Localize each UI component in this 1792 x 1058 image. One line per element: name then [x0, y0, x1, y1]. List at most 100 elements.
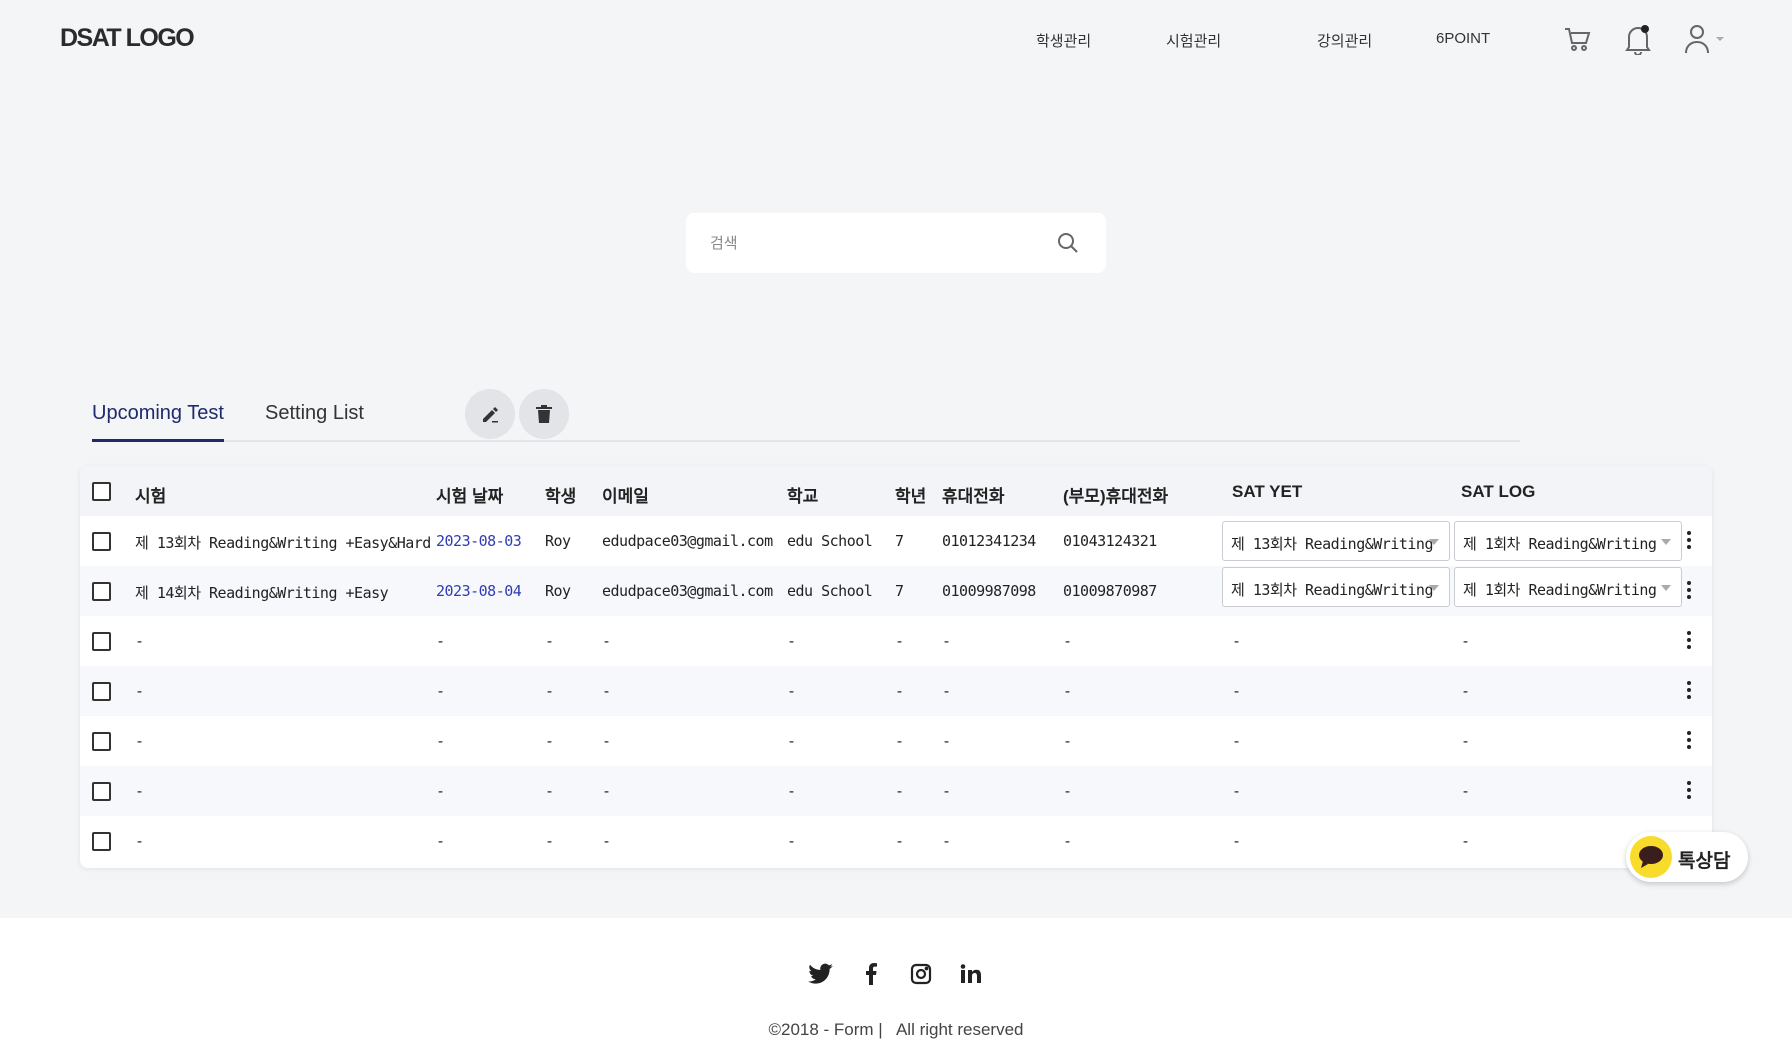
- row-checkbox[interactable]: [92, 832, 111, 851]
- cell-sat-log: -: [1461, 832, 1470, 850]
- pencil-icon: [483, 407, 498, 423]
- cell-date: -: [436, 782, 445, 800]
- cell-phone: -: [942, 782, 951, 800]
- cell-parent-phone: -: [1063, 782, 1072, 800]
- instagram-icon[interactable]: [907, 960, 935, 988]
- table-row: - - - - - - - - - -: [80, 766, 1712, 816]
- row-checkbox[interactable]: [92, 632, 111, 651]
- chevron-down-icon: [1661, 585, 1671, 591]
- col-grade: 학년: [895, 487, 927, 506]
- cell-sat-yet: -: [1232, 782, 1241, 800]
- cell-grade: -: [895, 632, 904, 650]
- edit-button[interactable]: [465, 389, 515, 439]
- cell-date[interactable]: 2023-08-03: [436, 532, 522, 550]
- linkedin-icon[interactable]: [957, 960, 985, 988]
- row-checkbox[interactable]: [92, 682, 111, 701]
- user-icon[interactable]: [1682, 22, 1728, 56]
- row-checkbox[interactable]: [92, 782, 111, 801]
- test-table: 시험 시험 날짜 학생 이메일 학교 학년 휴대전화 (부모)휴대전화 SAT …: [80, 466, 1712, 868]
- cell-exam: -: [135, 782, 144, 800]
- col-exam: 시험: [135, 487, 167, 506]
- table-row: 제 14회차 Reading&Writing +Easy 2023-08-04 …: [80, 566, 1712, 616]
- search-box: [686, 213, 1106, 273]
- cell-email: -: [602, 632, 611, 650]
- nav-test-management[interactable]: 시험관리: [1166, 30, 1221, 51]
- cell-parent-phone: -: [1063, 832, 1072, 850]
- logo[interactable]: DSAT LOGO: [60, 24, 195, 53]
- cell-grade: 7: [895, 582, 904, 600]
- cell-exam: 제 13회차 Reading&Writing +Easy&Hard: [135, 534, 431, 552]
- cell-phone: -: [942, 832, 951, 850]
- more-options-icon[interactable]: [1684, 731, 1694, 751]
- tab-upcoming-test[interactable]: Upcoming Test: [92, 402, 224, 442]
- sat-log-select[interactable]: 제 1회차 Reading&Writing: [1454, 567, 1682, 607]
- cart-icon[interactable]: [1561, 22, 1593, 56]
- bell-icon[interactable]: [1622, 22, 1654, 56]
- cell-school: -: [787, 732, 796, 750]
- nav-student-management[interactable]: 학생관리: [1036, 30, 1091, 51]
- col-sat-yet: SAT YET: [1232, 482, 1303, 501]
- row-checkbox[interactable]: [92, 582, 111, 601]
- cell-date[interactable]: 2023-08-04: [436, 582, 522, 600]
- chevron-down-icon: [1661, 539, 1671, 545]
- more-options-icon[interactable]: [1684, 681, 1694, 701]
- cell-sat-yet: -: [1232, 632, 1241, 650]
- footer: ©2018 - Form | All right reserved: [0, 918, 1792, 1058]
- tab-setting-list[interactable]: Setting List: [265, 402, 364, 442]
- cell-sat-log: -: [1461, 782, 1470, 800]
- chat-bubble-icon: [1630, 836, 1672, 878]
- col-phone: 휴대전화: [942, 487, 1005, 506]
- cell-sat-yet: -: [1232, 682, 1241, 700]
- cell-sat-yet: -: [1232, 732, 1241, 750]
- cell-date: -: [436, 732, 445, 750]
- table-header: 시험 시험 날짜 학생 이메일 학교 학년 휴대전화 (부모)휴대전화 SAT …: [80, 466, 1712, 516]
- table-row: - - - - - - - - - -: [80, 616, 1712, 666]
- trash-icon: [536, 405, 552, 423]
- col-sat-log: SAT LOG: [1461, 482, 1536, 501]
- cell-parent-phone: -: [1063, 632, 1072, 650]
- cell-school: edu School: [787, 582, 873, 600]
- cell-phone: -: [942, 682, 951, 700]
- col-school: 학교: [787, 487, 819, 506]
- cell-student: -: [545, 782, 554, 800]
- cell-exam: -: [135, 682, 144, 700]
- cell-grade: -: [895, 782, 904, 800]
- cell-student: -: [545, 832, 554, 850]
- facebook-icon[interactable]: [857, 960, 885, 988]
- sat-yet-select[interactable]: 제 13회차 Reading&Writing: [1222, 567, 1450, 607]
- sat-yet-select[interactable]: 제 13회차 Reading&Writing: [1222, 521, 1450, 561]
- search-icon[interactable]: [1056, 231, 1080, 255]
- copyright-text: ©2018 - Form | All right reserved: [768, 1020, 1024, 1039]
- cell-student: -: [545, 732, 554, 750]
- cell-parent-phone: -: [1063, 682, 1072, 700]
- sat-log-select[interactable]: 제 1회차 Reading&Writing: [1454, 521, 1682, 561]
- search-input[interactable]: [710, 231, 1040, 255]
- col-email: 이메일: [602, 487, 649, 506]
- delete-button[interactable]: [519, 389, 569, 439]
- cell-email: -: [602, 782, 611, 800]
- sat-yet-value: 제 13회차 Reading&Writing: [1231, 535, 1434, 553]
- cell-school: -: [787, 632, 796, 650]
- tab-bar: Upcoming Test Setting List: [92, 389, 1520, 442]
- cell-sat-log: -: [1461, 632, 1470, 650]
- more-options-icon[interactable]: [1684, 581, 1694, 601]
- more-options-icon[interactable]: [1684, 531, 1694, 551]
- select-all-checkbox[interactable]: [92, 482, 111, 501]
- more-options-icon[interactable]: [1684, 781, 1694, 801]
- sat-log-value: 제 1회차 Reading&Writing: [1463, 535, 1657, 553]
- col-parent-phone: (부모)휴대전화: [1063, 487, 1169, 506]
- cell-grade: -: [895, 732, 904, 750]
- twitter-icon[interactable]: [807, 960, 835, 988]
- nav-6point[interactable]: 6POINT: [1436, 30, 1490, 47]
- more-options-icon[interactable]: [1684, 631, 1694, 651]
- cell-email: edudpace03@gmail.com: [602, 532, 773, 550]
- cell-email: -: [602, 682, 611, 700]
- cell-school: -: [787, 682, 796, 700]
- row-checkbox[interactable]: [92, 532, 111, 551]
- nav-lecture-management[interactable]: 강의관리: [1317, 30, 1372, 51]
- row-checkbox[interactable]: [92, 732, 111, 751]
- cell-exam: -: [135, 732, 144, 750]
- chat-consult-button[interactable]: 톡상담: [1626, 832, 1748, 882]
- cell-sat-yet: -: [1232, 832, 1241, 850]
- cell-grade: 7: [895, 532, 904, 550]
